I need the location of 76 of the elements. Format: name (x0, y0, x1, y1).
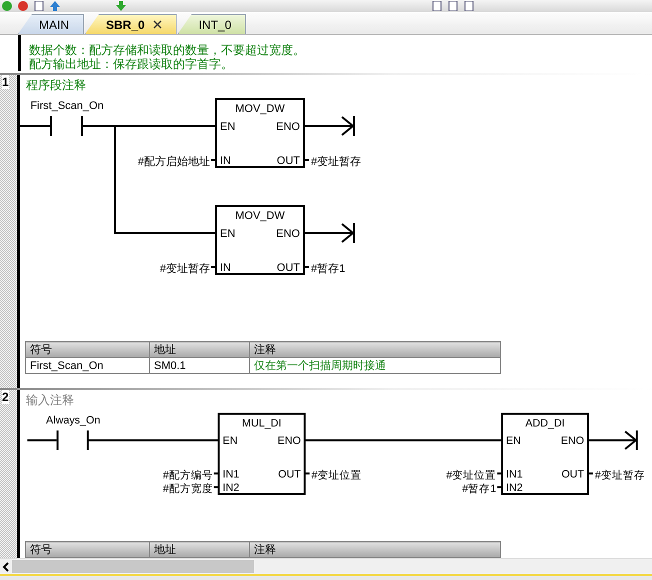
pin-label: IN1 (222, 468, 240, 480)
block-name: ADD_DI (525, 418, 565, 430)
table-cell: SM0.1 (150, 358, 250, 374)
column-header: 符号 (26, 542, 150, 558)
coil-arrow (304, 116, 355, 136)
network-comment[interactable]: 输入注释 (20, 390, 74, 408)
operand: #变址位置 (446, 469, 496, 482)
pin-label: OUT (276, 155, 300, 167)
pin-label: EN (222, 435, 238, 448)
contact-label: Always_On (46, 414, 100, 427)
operand: #变址暂存 (594, 469, 645, 482)
operand: #暂存1 (462, 483, 496, 496)
block-name: MOV_DW (235, 210, 285, 222)
pin-label: OUT (278, 468, 301, 480)
pin-label: OUT (561, 468, 584, 480)
pin-label: IN2 (506, 482, 523, 494)
download-icon[interactable] (116, 1, 126, 11)
pin-stub (304, 472, 310, 474)
operand: #变址位置 (312, 469, 362, 482)
contact[interactable] (50, 116, 83, 136)
network-number: 1 (2, 75, 9, 89)
horizontal-scrollbar[interactable] (0, 558, 652, 574)
wire (20, 125, 50, 127)
coil-arrow (304, 223, 355, 243)
tab[interactable]: SBR_0 (85, 14, 177, 34)
pin-stub (497, 472, 502, 474)
operand: #变址暂存 (160, 263, 210, 275)
pin-stub (497, 486, 502, 488)
operand: #配方宽度 (162, 483, 213, 496)
operand: #暂存1 (311, 263, 346, 275)
pin-label: ENO (276, 228, 300, 240)
pin-label: ENO (560, 435, 584, 448)
tab[interactable]: INT_0 (178, 14, 246, 34)
column-header: 地址 (150, 542, 250, 558)
table-cell: First_Scan_On (26, 358, 150, 374)
contact[interactable] (56, 430, 89, 450)
operand: #配方编号 (162, 469, 213, 482)
network-number: 2 (2, 390, 9, 404)
pin-stub (588, 472, 593, 474)
wire (27, 439, 57, 442)
network-comment[interactable]: 程序段注释 (20, 75, 86, 93)
function-block[interactable] (215, 205, 305, 275)
scrollbar-thumb[interactable] (12, 560, 254, 573)
block-name: MUL_DI (242, 418, 282, 430)
pin-label: IN2 (222, 482, 240, 494)
pin-label: IN (220, 262, 231, 274)
pin-label: EN (220, 228, 236, 240)
pin-label: EN (220, 121, 236, 133)
tab[interactable]: MAIN (18, 14, 84, 34)
operand: #配方启始地址 (138, 156, 210, 168)
function-block[interactable] (501, 412, 590, 495)
pin-label: IN1 (506, 468, 523, 480)
pin-label: OUT (276, 262, 300, 274)
pin-label: EN (506, 435, 521, 448)
run-icon[interactable] (2, 1, 12, 11)
stop-icon[interactable] (18, 1, 28, 11)
function-block[interactable] (215, 98, 305, 168)
close-icon[interactable] (152, 20, 162, 29)
pin-label: ENO (278, 435, 301, 448)
operand: #变址暂存 (311, 156, 362, 168)
table-cell: 仅在第一个扫描周期时接通 (250, 358, 500, 374)
pin-label: ENO (276, 121, 300, 133)
contact-label: First_Scan_On (30, 100, 104, 112)
block-name: MOV_DW (235, 103, 285, 115)
comment-line: 配方输出地址：保存跟读取的字首字。 (29, 57, 234, 71)
column-header: 地址 (150, 342, 250, 358)
comment-line: 数据个数：配方存储和读取的数量，不要超过宽度。 (29, 43, 306, 57)
column-header: 注释 (250, 342, 500, 358)
upload-icon[interactable] (50, 1, 60, 11)
function-block[interactable] (218, 412, 306, 495)
column-header: 符号 (26, 342, 150, 358)
coil-arrow (588, 430, 638, 450)
pin-label: IN (220, 155, 231, 167)
pin-stub (214, 472, 219, 474)
column-header: 注释 (250, 542, 500, 558)
pin-stub (214, 486, 219, 488)
